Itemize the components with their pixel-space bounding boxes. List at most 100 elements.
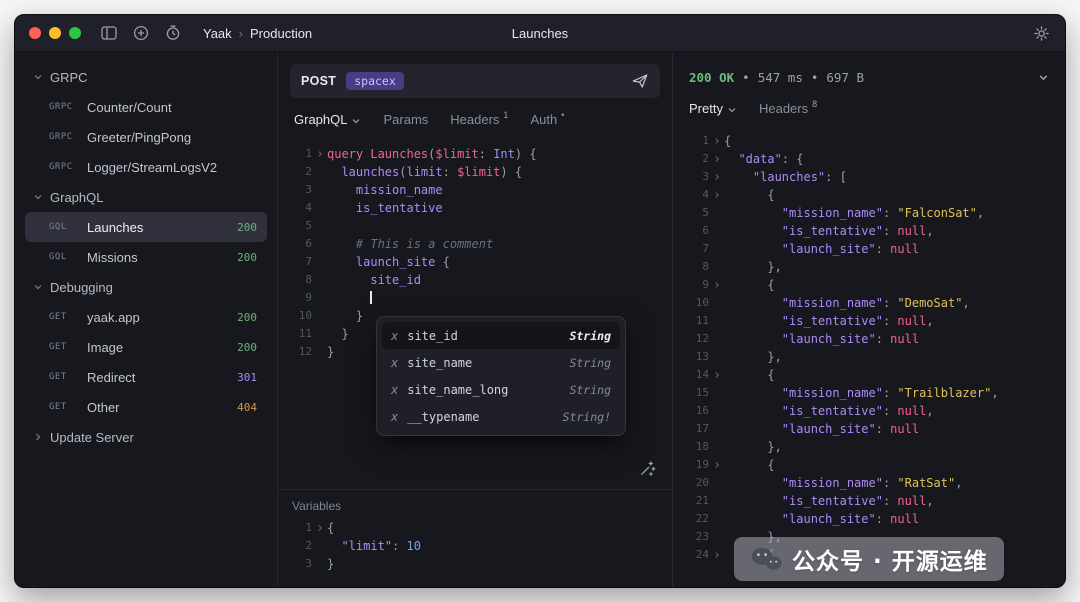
format-magic-wand-icon[interactable] [639,460,656,477]
settings-gear-icon[interactable] [1031,23,1051,43]
code-text: } [327,555,672,573]
code-line: 15 "mission_name": "Trailblazer", [687,384,1065,402]
line-number: 16 [687,402,709,420]
code-text: { [724,366,1065,384]
autocomplete-popup: x site_id Stringxsite_nameStringxsite_name… [376,316,626,436]
tab-auth[interactable]: Auth • [530,112,564,127]
status-code: 301 [237,371,257,384]
status-code: 200 [237,251,257,264]
url-input[interactable]: spacex [346,72,404,90]
method-tag: GET [49,312,87,322]
code-line: 2 launches(limit: $limit) { [290,163,672,181]
fold-chevron-icon[interactable] [709,173,724,181]
tab-params[interactable]: Params [383,112,428,127]
sidebar-section-debugging[interactable]: Debugging [23,272,269,302]
response-menu-chevron-icon[interactable] [1038,72,1049,83]
fold-chevron-icon[interactable] [709,155,724,163]
chevron-down-icon [33,192,43,202]
status-code: 200 [237,311,257,324]
tab-graphql[interactable]: GraphQL [294,112,361,127]
sidebar-section-graphql[interactable]: GraphQL [23,182,269,212]
new-request-icon[interactable] [131,23,151,43]
workspace-name[interactable]: Yaak [203,26,232,41]
method-select[interactable]: POST [301,74,336,88]
tab-headers[interactable]: Headers8 [759,101,817,116]
autocomplete-item-site-id[interactable]: xsite_idString [382,322,620,349]
code-line: 5 "mission_name": "FalconSat", [687,204,1065,222]
sidebar-item-logger-streamlogsv2[interactable]: GRPCLogger/StreamLogsV2 [25,152,267,182]
send-button[interactable] [631,72,649,90]
request-name: Image [87,340,237,355]
code-line: 22 "launch_site": null [687,510,1065,528]
suggestion-type: String [569,356,611,370]
code-line: 14 { [687,366,1065,384]
sidebar-item-redirect[interactable]: GETRedirect301 [25,362,267,392]
url-bar[interactable]: POST spacex [290,64,660,98]
close-button[interactable] [29,27,41,39]
wechat-icon [750,546,782,573]
code-line: 5 [290,217,672,235]
code-line: 4 is_tentative [290,199,672,217]
chevron-down-icon [33,72,43,82]
sidebar-item-greeter-pingpong[interactable]: GRPCGreeter/PingPong [25,122,267,152]
code-text: site_id [327,271,672,289]
request-name: Launches [87,220,237,235]
toggle-sidebar-icon[interactable] [99,23,119,43]
suggestion-label: site_id [407,329,560,343]
code-line: 19 { [687,456,1065,474]
sidebar-section-grpc[interactable]: GRPC [23,62,269,92]
chevron-down-icon [351,116,361,126]
fold-chevron-icon[interactable] [709,281,724,289]
fold-chevron-icon[interactable] [709,371,724,379]
sidebar-item-image[interactable]: GETImage200 [25,332,267,362]
status-code: 200 [237,341,257,354]
code-text: "is_tentative": null, [724,402,1065,420]
line-number: 10 [290,307,312,325]
chevron-down-icon [727,105,737,115]
app-window: Yaak › Production Launches GRPCGRPCCount… [14,14,1066,588]
code-line: 4 { [687,186,1065,204]
sidebar-item-yaak-app[interactable]: GETyaak.app200 [25,302,267,332]
tab-badge: 8 [812,99,817,109]
minimize-button[interactable] [49,27,61,39]
fold-chevron-icon[interactable] [312,524,327,532]
autocomplete-item-site-name-long[interactable]: xsite_name_longString [382,376,620,403]
code-text: { [724,276,1065,294]
code-text: "mission_name": "RatSat", [724,474,1065,492]
line-number: 23 [687,528,709,546]
response-body-viewer[interactable]: 1{2 "data": {3 "launches": [4 {5 "missio… [673,126,1065,587]
code-line: 21 "is_tentative": null, [687,492,1065,510]
field-kind-icon: x [391,329,398,343]
tab-label: Headers [450,112,499,127]
sidebar-item-missions[interactable]: GQLMissions200 [25,242,267,272]
sidebar-item-launches[interactable]: GQLLaunches200 [25,212,267,242]
fold-chevron-icon[interactable] [312,150,327,158]
tab-label: Auth [530,112,557,127]
code-text: { [724,456,1065,474]
autocomplete-item-typename[interactable]: x__typenameString! [382,403,620,430]
fold-chevron-icon[interactable] [709,137,724,145]
code-line: 16 "is_tentative": null, [687,402,1065,420]
line-number: 2 [290,163,312,181]
sidebar-item-other[interactable]: GETOther404 [25,392,267,422]
code-text: }, [724,348,1065,366]
code-text: { [327,519,672,537]
fold-chevron-icon[interactable] [709,461,724,469]
graphql-editor[interactable]: 1query Launches($limit: Int) {2 launches… [278,137,672,489]
variables-editor[interactable]: 1{2 "limit": 103} [278,519,672,573]
fold-chevron-icon[interactable] [709,551,724,559]
code-line: 6 # This is a comment [290,235,672,253]
breadcrumb[interactable]: Yaak › Production [203,26,312,41]
zoom-button[interactable] [69,27,81,39]
tab-badge: • [561,110,564,120]
fold-chevron-icon[interactable] [709,191,724,199]
line-number: 13 [687,348,709,366]
line-number: 9 [290,289,312,307]
sidebar-section-update-server[interactable]: Update Server [23,422,269,452]
tab-headers[interactable]: Headers1 [450,112,508,127]
environment-name[interactable]: Production [250,26,312,41]
tab-pretty[interactable]: Pretty [689,101,737,116]
sidebar-item-counter-count[interactable]: GRPCCounter/Count [25,92,267,122]
history-clock-icon[interactable] [163,23,183,43]
autocomplete-item-site-name[interactable]: xsite_nameString [382,349,620,376]
